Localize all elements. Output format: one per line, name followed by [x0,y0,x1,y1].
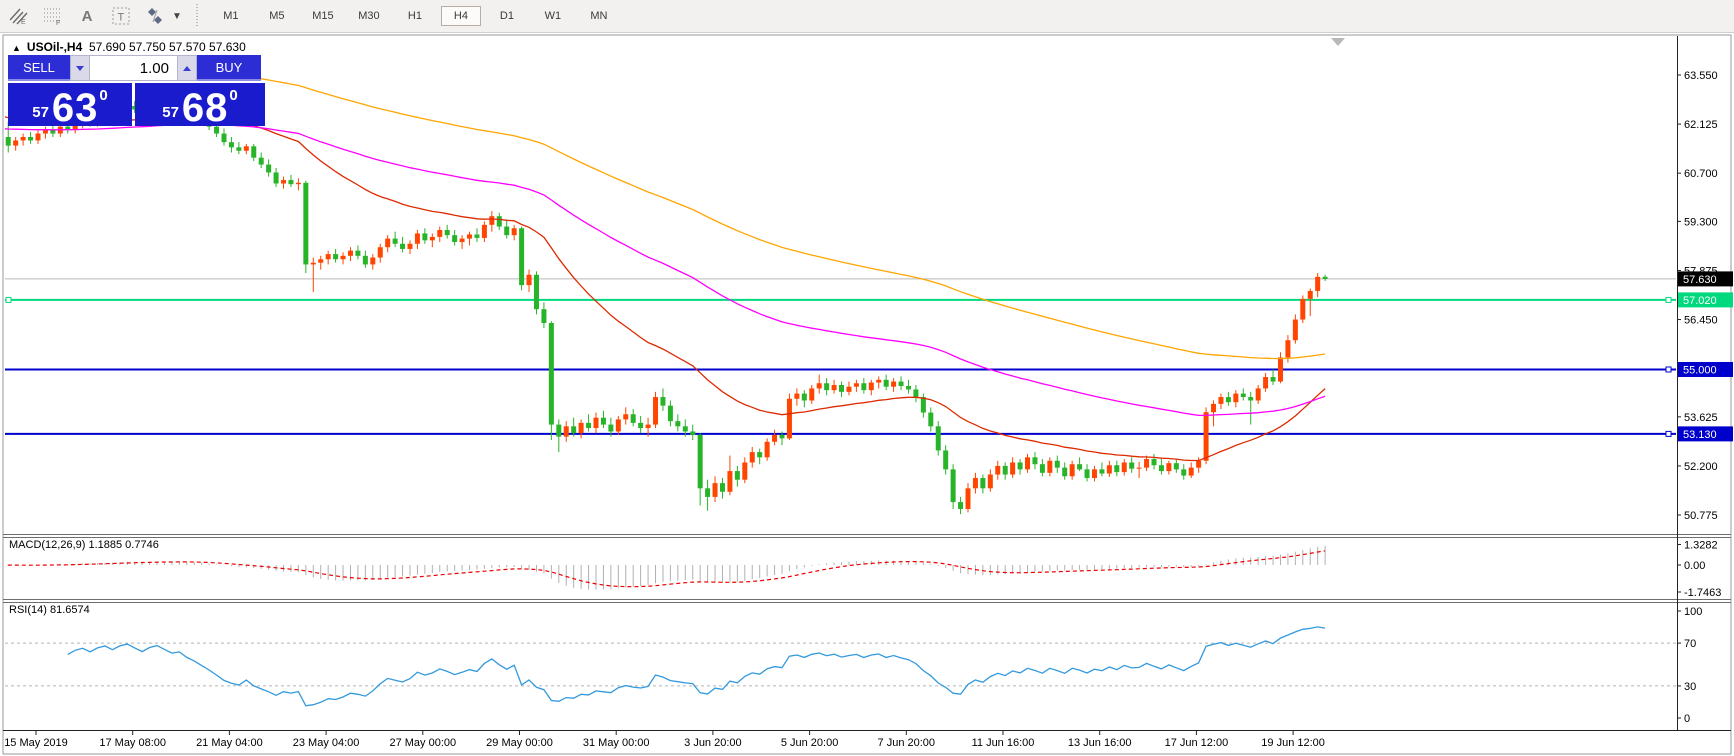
line-handle[interactable] [1665,430,1672,437]
time-axis-label: 3 Jun 20:00 [684,737,742,749]
price-marker-label: 57.630 [1683,274,1717,286]
price-tick-label: 53.625 [1684,412,1718,424]
macd-label: MACD(12,26,9) 1.1885 0.7746 [9,539,159,551]
ohlc-values: 57.690 57.750 57.570 57.630 [88,40,246,54]
time-axis-label: 7 Jun 20:00 [878,737,936,749]
price-tick-label: 52.200 [1684,461,1718,473]
rsi-label: RSI(14) 81.6574 [9,604,90,616]
macd-scale-label: -1.7463 [1684,587,1721,599]
price-tick-label: 56.450 [1684,315,1718,327]
time-axis-label: 27 May 00:00 [389,737,456,749]
price-tick-label: 60.700 [1684,168,1718,180]
time-axis-label: 5 Jun 20:00 [781,737,839,749]
buy-quote-button[interactable]: 57 68 0 [135,83,265,131]
chart-symbol-header: ▲ USOil-,H4 57.690 57.750 57.570 57.630 [12,40,246,54]
macd-scale-label: 0.00 [1684,560,1705,572]
volume-input[interactable] [90,55,177,81]
scroll-to-end-icon[interactable] [1331,38,1345,46]
time-axis-label: 15 May 2019 [4,737,68,749]
rsi-indicator [5,626,1676,707]
buy-price-sup: 0 [229,87,238,104]
time-axis-label: 17 Jun 12:00 [1165,737,1229,749]
price-tick-label: 50.775 [1684,510,1718,522]
one-click-trading-panel: SELL BUY 57630 57680 [8,55,265,131]
line-handle[interactable] [1665,296,1672,303]
time-axis-label: 11 Jun 16:00 [972,737,1035,749]
rsi-scale-label: 30 [1684,681,1696,693]
price-marker-label: 55.000 [1683,364,1717,376]
time-axis-label: 21 May 04:00 [196,737,263,749]
price-marker-label: 57.020 [1683,295,1717,307]
sell-button[interactable]: SELL [8,55,70,81]
time-axis-label: 17 May 08:00 [99,737,166,749]
buy-button[interactable]: BUY [197,55,261,81]
rsi-scale-label: 0 [1684,713,1690,725]
price-tick-label: 62.125 [1684,119,1718,131]
macd-indicator [5,545,1326,590]
line-handle[interactable] [1665,366,1672,373]
macd-scale-label: 1.3282 [1684,539,1718,551]
candlesticks [5,97,1328,515]
ma-mid-line [5,123,1326,417]
line-handle[interactable] [5,296,12,303]
volume-decrease-button[interactable] [70,55,90,81]
sell-price-sup: 0 [99,87,108,104]
price-marker-label: 53.130 [1683,429,1717,441]
buy-price-big: 68 [181,86,229,131]
chart-objects[interactable] [5,278,1676,437]
time-axis-label: 19 Jun 12:00 [1261,737,1325,749]
rsi-scale-label: 70 [1684,638,1696,650]
symbol-title: USOil-,H4 [26,40,83,54]
time-axis-label: 31 May 00:00 [583,737,650,749]
sell-quote-button[interactable]: 57 63 0 [8,83,132,131]
time-axis-label: 23 May 04:00 [293,737,360,749]
ma-slow-line [253,77,1326,360]
chart-window-frame [2,34,1732,755]
rsi-scale-label: 100 [1684,606,1702,618]
time-axis-label: 29 May 00:00 [486,737,553,749]
volume-increase-button[interactable] [177,55,197,81]
price-tick-label: 59.300 [1684,216,1718,228]
buy-price-prefix: 57 [162,104,179,121]
price-tick-label: 63.550 [1684,70,1718,82]
collapse-arrow-icon[interactable]: ▲ [12,43,21,53]
trading-platform-window: E F A T ▼ M1 M5 M15 M30 H1 H4 D1 W1 MN ▲… [0,0,1734,756]
time-axis-label: 13 Jun 16:00 [1068,737,1132,749]
sell-price-big: 63 [51,86,99,131]
sell-price-prefix: 57 [32,104,49,121]
